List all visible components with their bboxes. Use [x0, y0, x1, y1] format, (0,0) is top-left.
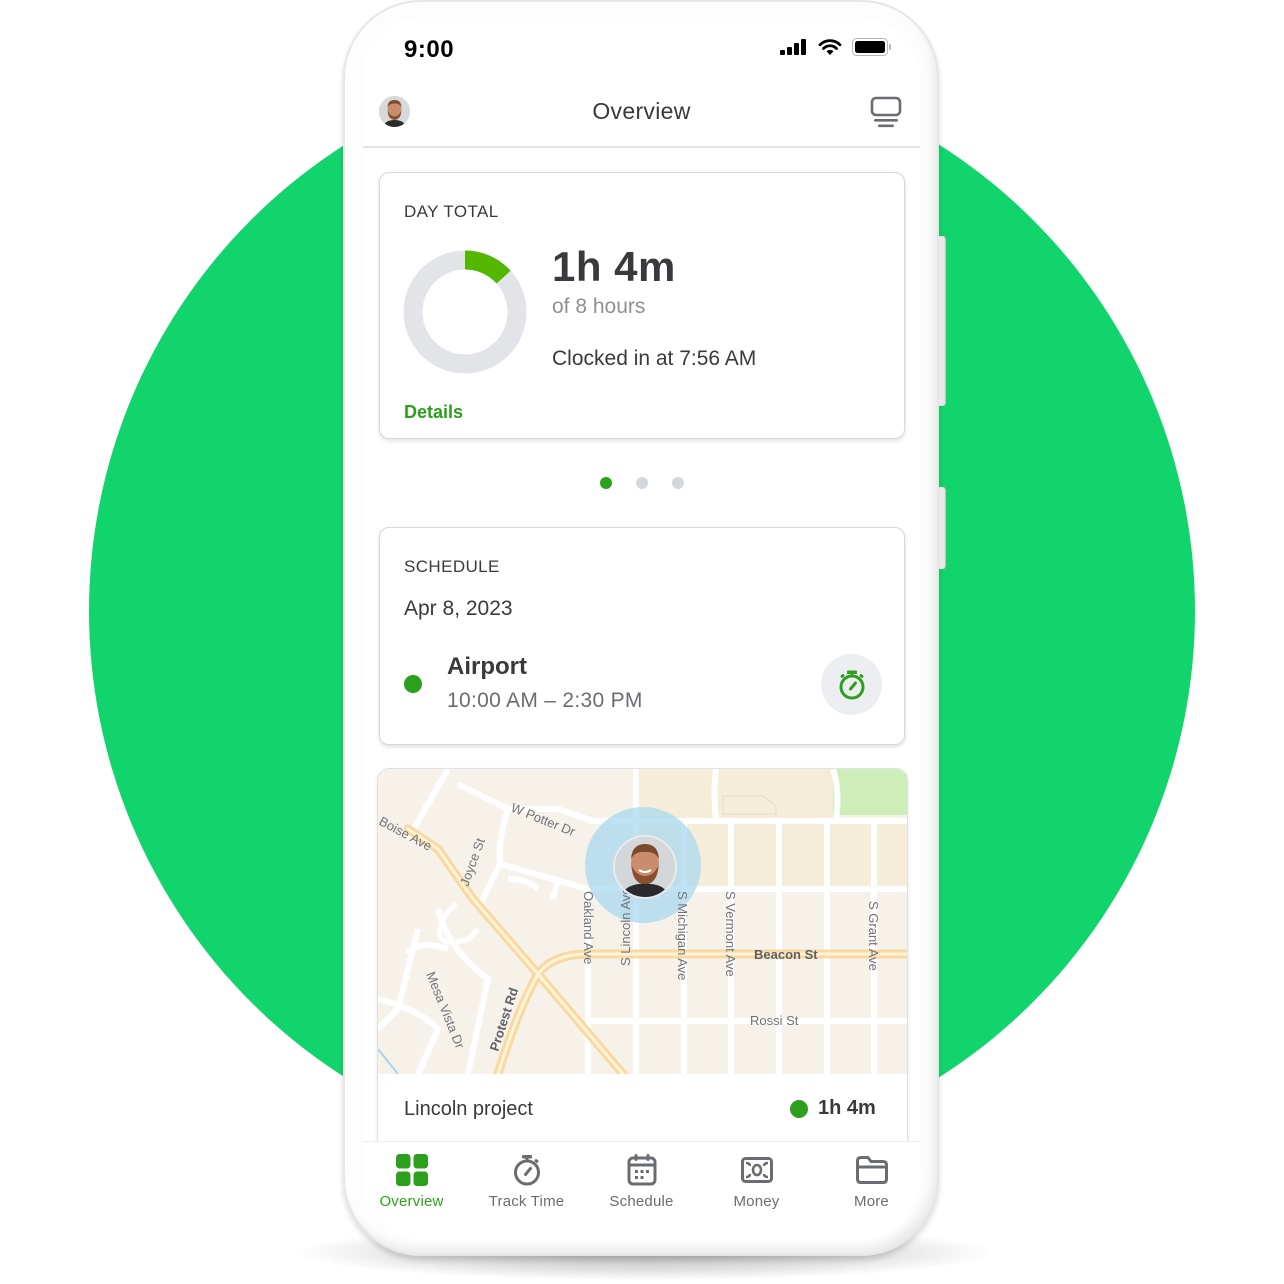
device-switch-button[interactable]	[870, 96, 902, 133]
day-total-label: DAY TOTAL	[404, 202, 499, 221]
street-label: S Vermont Ave	[723, 891, 738, 977]
tab-more[interactable]: More	[816, 1152, 920, 1210]
start-timer-button[interactable]	[821, 654, 882, 715]
tab-label: Track Time	[488, 1193, 565, 1210]
tab-overview[interactable]: Overview	[363, 1152, 467, 1210]
location-map[interactable]: W Potter Dr Boise Ave Joyce St Oakland A…	[378, 769, 907, 1074]
device-switch-icon	[870, 96, 902, 128]
street-label: S Michigan Ave	[675, 891, 690, 980]
tab-track-time[interactable]: Track Time	[471, 1152, 582, 1210]
map-user-location-avatar[interactable]	[613, 835, 677, 899]
phone-side-button	[939, 236, 946, 406]
project-status-dot	[790, 1100, 808, 1118]
location-map-card[interactable]: W Potter Dr Boise Ave Joyce St Oakland A…	[377, 768, 908, 1170]
shift-status-dot	[404, 675, 422, 693]
cellular-signal-icon	[780, 39, 806, 55]
schedule-label: SCHEDULE	[404, 557, 500, 576]
battery-icon	[852, 38, 891, 56]
street-label: S Grant Ave	[866, 901, 881, 971]
stopwatch-icon	[513, 1155, 540, 1186]
schedule-date: Apr 8, 2023	[404, 597, 513, 620]
tab-label: Overview	[379, 1193, 444, 1210]
progress-ring-fill	[464, 250, 511, 284]
details-link[interactable]: Details	[404, 402, 463, 423]
day-total-card: DAY TOTAL 1h 4m of 8 hours Clocked in at…	[379, 172, 905, 439]
pager-dot-3[interactable]	[671, 477, 684, 489]
status-time: 9:00	[404, 36, 455, 63]
shift-name: Airport	[447, 653, 527, 680]
tab-label: More	[854, 1193, 889, 1210]
day-total-value: 1h 4m	[552, 243, 676, 290]
pager-dot-2[interactable]	[635, 477, 648, 489]
project-time: 1h 4m	[818, 1097, 876, 1119]
active-project-row[interactable]: Lincoln project 1h 4m	[378, 1074, 907, 1144]
app-screen: 9:00 Overview DAY TOTAL 1h 4m of 8 hours…	[363, 18, 920, 1240]
street-label: Rossi St	[750, 1013, 799, 1028]
clocked-in-text: Clocked in at 7:56 AM	[552, 347, 757, 370]
street-label: Oakland Ave	[581, 891, 596, 964]
phone-side-button	[939, 487, 946, 569]
tab-schedule[interactable]: Schedule	[586, 1152, 697, 1210]
tab-label: Schedule	[609, 1193, 674, 1210]
stopwatch-icon	[839, 670, 864, 699]
day-goal-text: of 8 hours	[552, 295, 646, 318]
money-bill-icon	[740, 1157, 773, 1183]
top-nav-header: Overview	[363, 88, 920, 148]
bottom-tab-bar: Overview Track Time Schedule Money More	[363, 1141, 920, 1240]
day-progress-ring	[403, 250, 527, 374]
page-title: Overview	[592, 98, 691, 124]
status-bar: 9:00	[363, 18, 920, 80]
street-label: Beacon St	[754, 947, 818, 962]
schedule-card[interactable]: SCHEDULE Apr 8, 2023 Airport 10:00 AM – …	[379, 527, 905, 745]
tab-label: Money	[733, 1193, 780, 1210]
folder-icon	[855, 1156, 888, 1184]
street-label: S Lincoln Ave	[618, 887, 633, 966]
wifi-icon	[818, 38, 842, 55]
pager-dot-1[interactable]	[599, 477, 612, 489]
calendar-icon	[627, 1154, 656, 1186]
shift-time-range: 10:00 AM – 2:30 PM	[447, 689, 643, 712]
project-name: Lincoln project	[404, 1098, 533, 1120]
dashboard-grid-icon	[395, 1154, 428, 1186]
card-pager	[363, 477, 920, 489]
tab-money[interactable]: Money	[701, 1152, 812, 1210]
